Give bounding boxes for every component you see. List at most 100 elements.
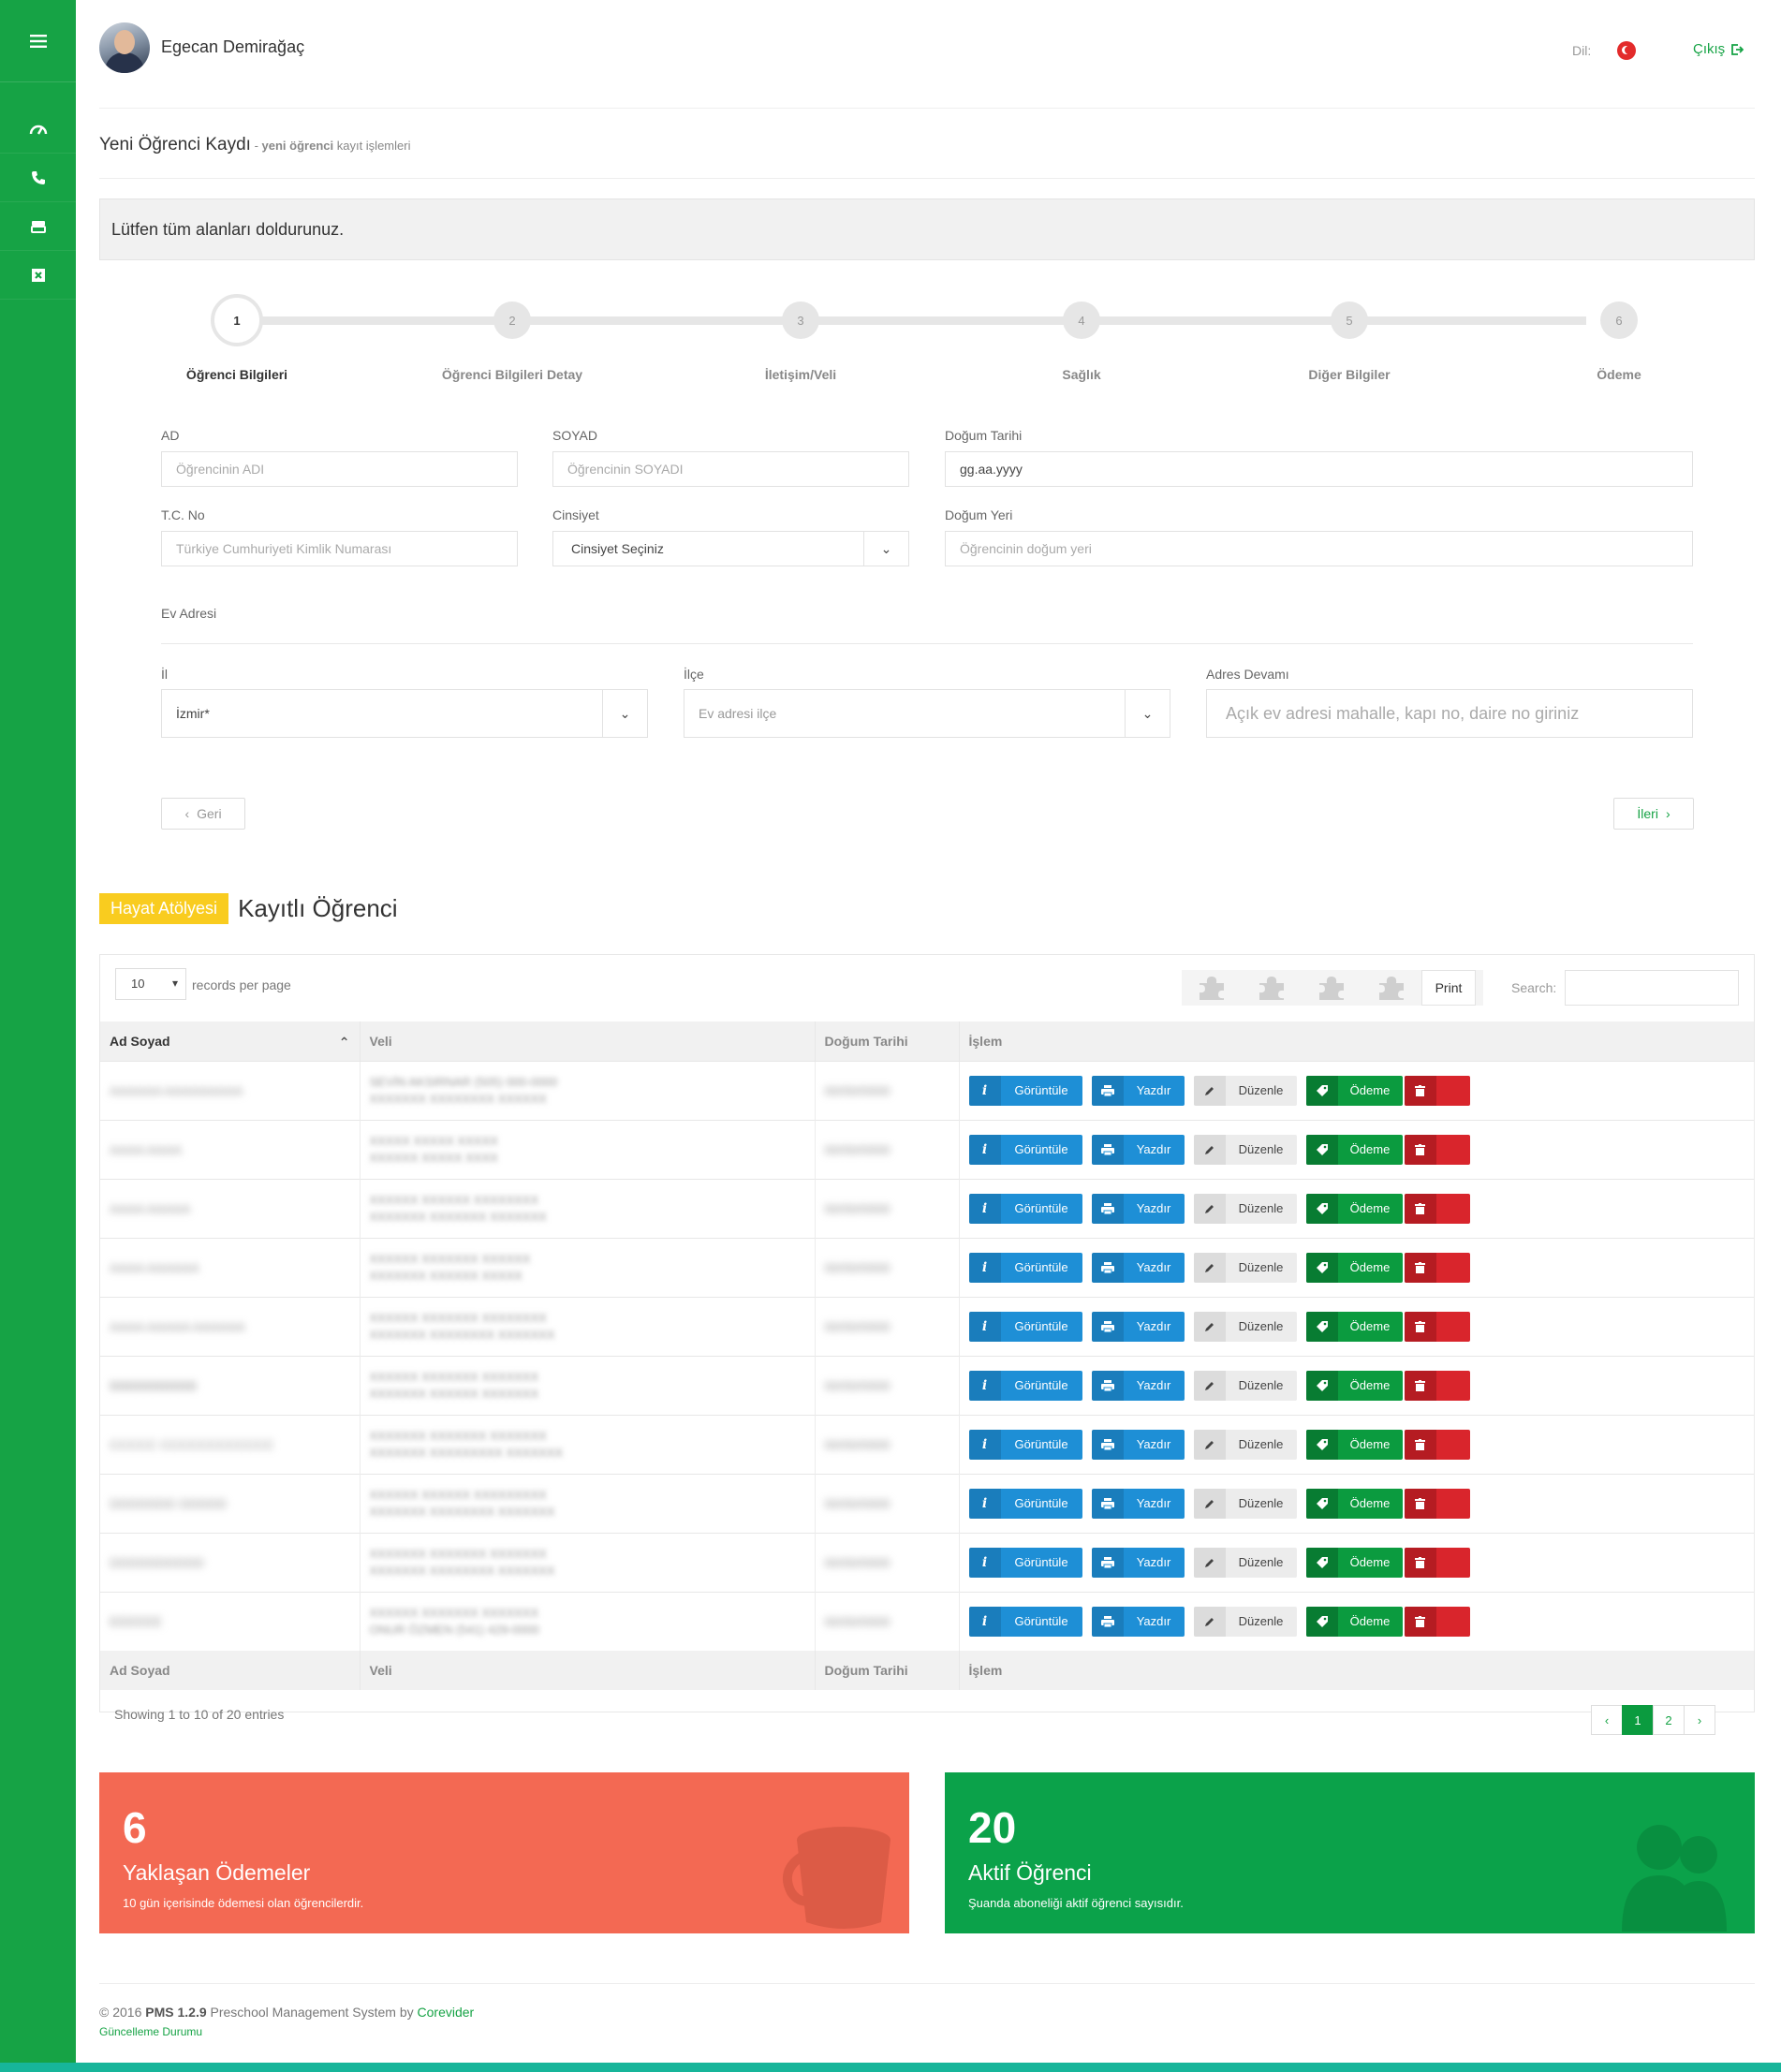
sidebar-item-payments[interactable] <box>0 202 76 251</box>
payment-button[interactable]: Ödeme <box>1305 1193 1403 1224</box>
payment-button[interactable]: Ödeme <box>1305 1075 1403 1106</box>
wizard-step-4[interactable]: 4 <box>1063 301 1100 339</box>
wizard-step-label[interactable]: Öğrenci Bilgileri Detay <box>442 367 582 382</box>
payment-button[interactable]: Ödeme <box>1305 1311 1403 1342</box>
column-header-name[interactable]: Ad Soyad <box>100 1021 361 1061</box>
payment-button[interactable]: Ödeme <box>1305 1547 1403 1578</box>
view-button[interactable]: i Görüntüle <box>968 1488 1082 1519</box>
back-button[interactable]: ‹ Geri <box>161 798 245 830</box>
edit-button[interactable]: Düzenle <box>1193 1075 1297 1106</box>
payment-button[interactable]: Ödeme <box>1305 1252 1403 1283</box>
pagination-next[interactable]: › <box>1684 1705 1715 1735</box>
active-students-card[interactable]: 20 Aktif Öğrenci Şuanda aboneliği aktif … <box>945 1772 1755 1933</box>
edit-button[interactable]: Düzenle <box>1193 1193 1297 1224</box>
column-header-birthdate[interactable]: Doğum Tarihi <box>815 1021 960 1061</box>
column-header-parent[interactable]: Veli <box>360 1021 816 1061</box>
wizard-step-1[interactable]: 1 <box>211 294 263 346</box>
view-button[interactable]: i Görüntüle <box>968 1193 1082 1224</box>
print-row-button[interactable]: Yazdır <box>1091 1311 1185 1342</box>
sidebar-item-dashboard[interactable] <box>0 105 76 154</box>
delete-button[interactable] <box>1404 1488 1470 1519</box>
menu-toggle-button[interactable] <box>0 0 76 82</box>
view-button[interactable]: i Görüntüle <box>968 1311 1082 1342</box>
delete-button[interactable] <box>1404 1606 1470 1637</box>
edit-button[interactable]: Düzenle <box>1193 1311 1297 1342</box>
print-row-button[interactable]: Yazdır <box>1091 1075 1185 1106</box>
delete-button[interactable] <box>1404 1252 1470 1283</box>
print-row-button[interactable]: Yazdır <box>1091 1252 1185 1283</box>
delete-button[interactable] <box>1404 1370 1470 1401</box>
user-name[interactable]: Egecan Demirağaç <box>161 37 304 57</box>
search-input[interactable] <box>1565 970 1739 1006</box>
next-button[interactable]: İleri › <box>1613 798 1694 830</box>
pagination-page-2[interactable]: 2 <box>1653 1705 1685 1735</box>
il-select[interactable]: İzmir* ⌄ <box>161 689 648 738</box>
payment-button[interactable]: Ödeme <box>1305 1370 1403 1401</box>
payment-button[interactable]: Ödeme <box>1305 1606 1403 1637</box>
wizard-step-3[interactable]: 3 <box>782 301 819 339</box>
ad-input[interactable]: Öğrencinin ADI <box>161 451 518 487</box>
edit-button[interactable]: Düzenle <box>1193 1370 1297 1401</box>
records-per-page-select[interactable]: 10 <box>115 968 186 1000</box>
print-button[interactable]: Print <box>1421 970 1476 1006</box>
edit-button[interactable]: Düzenle <box>1193 1252 1297 1283</box>
delete-button[interactable] <box>1404 1193 1470 1224</box>
delete-button[interactable] <box>1404 1547 1470 1578</box>
company-link[interactable]: Corevider <box>418 2005 475 2020</box>
puzzle-icon[interactable] <box>1302 970 1362 1006</box>
view-button[interactable]: i Görüntüle <box>968 1252 1082 1283</box>
view-button[interactable]: i Görüntüle <box>968 1547 1082 1578</box>
view-button[interactable]: i Görüntüle <box>968 1606 1082 1637</box>
view-button[interactable]: i Görüntüle <box>968 1429 1082 1460</box>
wizard-step-6[interactable]: 6 <box>1600 301 1638 339</box>
turkish-flag-icon[interactable] <box>1617 41 1636 60</box>
upcoming-payments-card[interactable]: 6 Yaklaşan Ödemeler 10 gün içerisinde öd… <box>99 1772 909 1933</box>
view-button[interactable]: i Görüntüle <box>968 1075 1082 1106</box>
delete-button[interactable] <box>1404 1075 1470 1106</box>
logout-link[interactable]: Çıkış <box>1693 41 1744 57</box>
edit-button[interactable]: Düzenle <box>1193 1488 1297 1519</box>
print-row-button[interactable]: Yazdır <box>1091 1429 1185 1460</box>
pagination-prev[interactable]: ‹ <box>1591 1705 1623 1735</box>
wizard-step-5[interactable]: 5 <box>1331 301 1368 339</box>
dogum-yeri-input[interactable]: Öğrencinin doğum yeri <box>945 531 1693 566</box>
delete-button[interactable] <box>1404 1134 1470 1165</box>
payment-button[interactable]: Ödeme <box>1305 1429 1403 1460</box>
view-button[interactable]: i Görüntüle <box>968 1370 1082 1401</box>
wizard-step-label[interactable]: Sağlık <box>1062 367 1100 382</box>
dogum-tarihi-input[interactable]: gg.aa.yyyy <box>945 451 1693 487</box>
sidebar-item-reports[interactable] <box>0 251 76 300</box>
wizard-step-label[interactable]: Öğrenci Bilgileri <box>186 367 287 382</box>
cinsiyet-select[interactable]: Cinsiyet Seçiniz ⌄ <box>552 531 909 566</box>
wizard-step-2[interactable]: 2 <box>493 301 531 339</box>
update-status-link[interactable]: Güncelleme Durumu <box>99 2025 202 2038</box>
edit-button[interactable]: Düzenle <box>1193 1547 1297 1578</box>
payment-button[interactable]: Ödeme <box>1305 1488 1403 1519</box>
wizard-step-label[interactable]: İletişim/Veli <box>765 367 836 382</box>
payment-button[interactable]: Ödeme <box>1305 1134 1403 1165</box>
edit-button[interactable]: Düzenle <box>1193 1134 1297 1165</box>
pagination-page-1[interactable]: 1 <box>1622 1705 1654 1735</box>
wizard-step-label[interactable]: Diğer Bilgiler <box>1308 367 1390 382</box>
delete-button[interactable] <box>1404 1429 1470 1460</box>
puzzle-icon[interactable] <box>1362 970 1421 1006</box>
print-row-button[interactable]: Yazdır <box>1091 1134 1185 1165</box>
print-row-button[interactable]: Yazdır <box>1091 1547 1185 1578</box>
print-row-button[interactable]: Yazdır <box>1091 1193 1185 1224</box>
sidebar-item-contacts[interactable] <box>0 154 76 202</box>
delete-button[interactable] <box>1404 1311 1470 1342</box>
puzzle-icon[interactable] <box>1242 970 1302 1006</box>
wizard-step-label[interactable]: Ödeme <box>1597 367 1641 382</box>
puzzle-icon[interactable] <box>1182 970 1242 1006</box>
adres-input[interactable]: Açık ev adresi mahalle, kapı no, daire n… <box>1206 689 1693 738</box>
ilce-select[interactable]: Ev adresi ilçe ⌄ <box>684 689 1170 738</box>
print-row-button[interactable]: Yazdır <box>1091 1488 1185 1519</box>
edit-button[interactable]: Düzenle <box>1193 1429 1297 1460</box>
tc-input[interactable]: Türkiye Cumhuriyeti Kimlik Numarası <box>161 531 518 566</box>
print-row-button[interactable]: Yazdır <box>1091 1606 1185 1637</box>
print-row-button[interactable]: Yazdır <box>1091 1370 1185 1401</box>
view-button[interactable]: i Görüntüle <box>968 1134 1082 1165</box>
soyad-input[interactable]: Öğrencinin SOYADI <box>552 451 909 487</box>
avatar[interactable] <box>99 22 150 73</box>
edit-button[interactable]: Düzenle <box>1193 1606 1297 1637</box>
